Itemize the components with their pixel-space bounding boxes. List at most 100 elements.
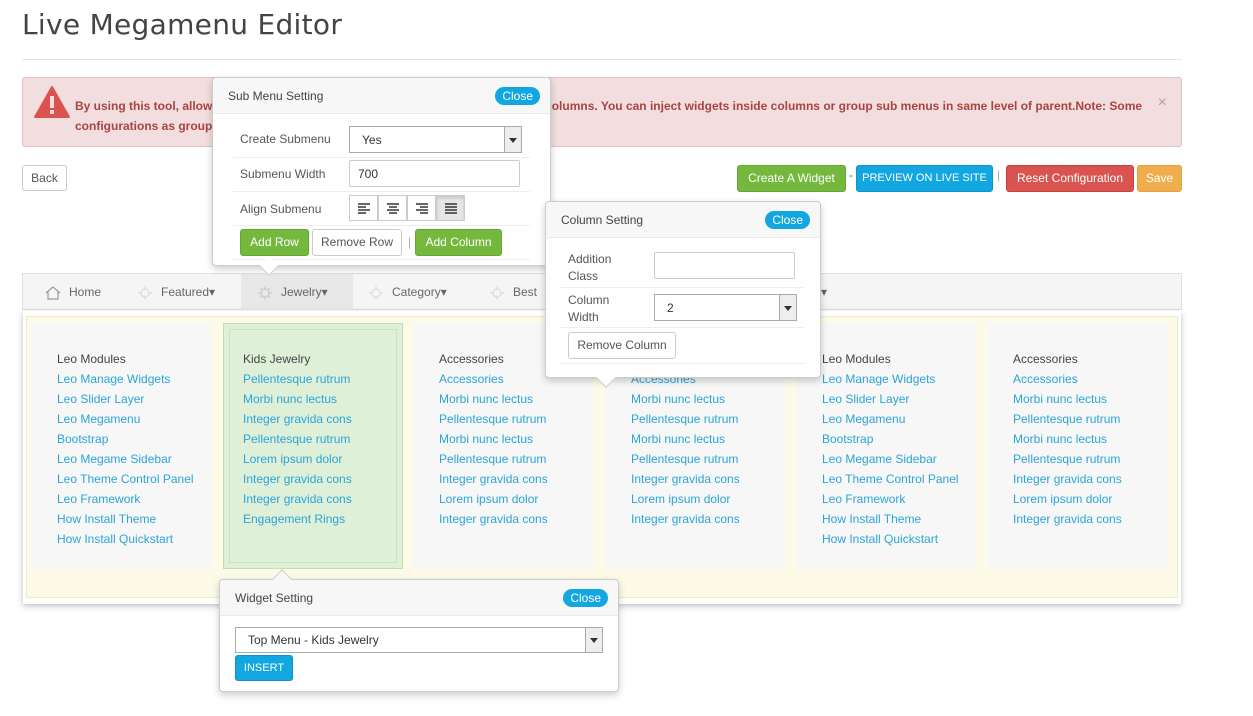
- remove-column-button[interactable]: Remove Column: [568, 332, 676, 359]
- column-link[interactable]: Morbi nunc lectus: [631, 429, 785, 449]
- column-link[interactable]: Leo Framework: [57, 489, 211, 509]
- column-link[interactable]: How Install Theme: [822, 509, 976, 529]
- align-center-icon: [387, 203, 399, 214]
- chevron-down-icon[interactable]: [504, 127, 521, 152]
- align-justify-button[interactable]: [436, 195, 465, 221]
- column-link[interactable]: Morbi nunc lectus: [1013, 389, 1167, 409]
- column-link[interactable]: Lorem ipsum dolor: [631, 489, 785, 509]
- column-link[interactable]: Leo Theme Control Panel: [57, 469, 211, 489]
- column-link[interactable]: Pellentesque rutrum: [1013, 409, 1167, 429]
- alert-close-button[interactable]: ×: [1158, 94, 1167, 112]
- column-link[interactable]: Pellentesque rutrum: [439, 409, 593, 429]
- submenu-column[interactable]: Leo Modules Leo Manage Widgets Leo Slider …: [31, 323, 211, 569]
- chevron-down-icon[interactable]: [585, 628, 602, 652]
- column-link[interactable]: Bootstrap: [822, 429, 976, 449]
- column-link[interactable]: Leo Megame Sidebar: [57, 449, 211, 469]
- widget-select[interactable]: Top Menu - Kids Jewelry: [235, 627, 603, 653]
- submenu-width-input[interactable]: [349, 160, 520, 187]
- column-link[interactable]: Morbi nunc lectus: [439, 389, 593, 409]
- reset-configuration-button[interactable]: Reset Configuration: [1006, 165, 1134, 192]
- column-link[interactable]: Leo Framework: [822, 489, 976, 509]
- chevron-down-icon[interactable]: [779, 295, 796, 320]
- page-title: Live Megamenu Editor: [22, 8, 343, 41]
- column-link[interactable]: Leo Slider Layer: [822, 389, 976, 409]
- column-link[interactable]: Engagement Rings: [243, 509, 402, 529]
- info-alert: By using this tool, allow to add new sub…: [22, 77, 1182, 147]
- column-link[interactable]: Integer gravida cons: [439, 469, 593, 489]
- column-link[interactable]: Bootstrap: [57, 429, 211, 449]
- align-submenu-label: Align Submenu: [240, 202, 322, 216]
- submenu-column[interactable]: Accessories Accessories Morbi nunc lectus P…: [987, 323, 1167, 569]
- column-link[interactable]: Lorem ipsum dolor: [243, 449, 402, 469]
- back-button[interactable]: Back: [22, 165, 67, 191]
- column-heading: Kids Jewelry: [243, 352, 311, 366]
- add-column-button[interactable]: Add Column: [415, 229, 502, 256]
- create-widget-button[interactable]: Create A Widget: [737, 165, 846, 192]
- column-link[interactable]: Morbi nunc lectus: [439, 429, 593, 449]
- column-link[interactable]: Accessories: [1013, 369, 1167, 389]
- column-link[interactable]: Morbi nunc lectus: [631, 389, 785, 409]
- align-justify-icon: [445, 203, 457, 214]
- widget-setting-popover: Widget Setting Close Top Menu - Kids Jew…: [219, 569, 619, 692]
- nav-item-jewelry[interactable]: Jewelry▾: [241, 274, 353, 310]
- column-link[interactable]: Pellentesque rutrum: [1013, 449, 1167, 469]
- column-link[interactable]: Leo Manage Widgets: [822, 369, 976, 389]
- column-link[interactable]: Integer gravida cons: [631, 469, 785, 489]
- column-width-label: Column Width: [568, 293, 610, 324]
- column-link[interactable]: Pellentesque rutrum: [243, 429, 402, 449]
- column-link[interactable]: Leo Megamenu: [57, 409, 211, 429]
- close-button[interactable]: Close: [765, 211, 810, 229]
- nav-item-more[interactable]: ▾: [821, 274, 835, 310]
- column-link[interactable]: Integer gravida cons: [1013, 509, 1167, 529]
- column-link[interactable]: Lorem ipsum dolor: [1013, 489, 1167, 509]
- column-link[interactable]: How Install Quickstart: [822, 529, 976, 549]
- nav-item-home[interactable]: Home: [45, 274, 140, 310]
- remove-row-button[interactable]: Remove Row: [312, 229, 402, 256]
- sparkle-icon: [369, 285, 383, 300]
- toolbar-separator: -: [849, 168, 853, 182]
- align-right-button[interactable]: [407, 195, 436, 221]
- addition-class-input[interactable]: [654, 252, 795, 279]
- align-center-button[interactable]: [378, 195, 407, 221]
- close-button[interactable]: Close: [495, 87, 540, 105]
- column-width-select[interactable]: 2: [654, 294, 797, 321]
- column-link[interactable]: Integer gravida cons: [243, 489, 402, 509]
- column-link[interactable]: Leo Slider Layer: [57, 389, 211, 409]
- column-link[interactable]: Morbi nunc lectus: [1013, 429, 1167, 449]
- nav-item-best[interactable]: Best: [489, 274, 549, 310]
- submenu-column-selected[interactable]: Kids Jewelry Pellentesque rutrum Morbi nun…: [223, 323, 403, 569]
- column-link[interactable]: Lorem ipsum dolor: [439, 489, 593, 509]
- add-row-button[interactable]: Add Row: [240, 229, 309, 256]
- save-button[interactable]: Save: [1137, 165, 1182, 192]
- column-link[interactable]: Leo Manage Widgets: [57, 369, 211, 389]
- column-link[interactable]: Leo Megame Sidebar: [822, 449, 976, 469]
- nav-item-category[interactable]: Category▾: [368, 274, 473, 310]
- popover-title: Sub Menu Setting: [228, 89, 324, 103]
- align-left-button[interactable]: [349, 195, 378, 221]
- column-link[interactable]: Pellentesque rutrum: [631, 449, 785, 469]
- column-link[interactable]: Morbi nunc lectus: [243, 389, 402, 409]
- preview-live-site-button[interactable]: PREVIEW ON LIVE SITE: [856, 165, 993, 192]
- column-link[interactable]: Integer gravida cons: [243, 469, 402, 489]
- column-link[interactable]: Pellentesque rutrum: [439, 449, 593, 469]
- column-link[interactable]: Integer gravida cons: [631, 509, 785, 529]
- column-link[interactable]: Pellentesque rutrum: [243, 369, 402, 389]
- nav-item-featured[interactable]: Featured▾: [137, 274, 247, 310]
- insert-button[interactable]: INSERT: [235, 655, 293, 681]
- column-link[interactable]: How Install Theme: [57, 509, 211, 529]
- column-link[interactable]: Integer gravida cons: [1013, 469, 1167, 489]
- column-link[interactable]: Integer gravida cons: [243, 409, 402, 429]
- warning-icon: [34, 86, 70, 118]
- column-link[interactable]: How Install Quickstart: [57, 529, 211, 549]
- close-button[interactable]: Close: [563, 589, 608, 607]
- column-link[interactable]: Leo Theme Control Panel: [822, 469, 976, 489]
- column-link[interactable]: Leo Megamenu: [822, 409, 976, 429]
- nav-label: Category▾: [392, 285, 447, 299]
- submenu-column[interactable]: Leo Modules Leo Manage Widgets Leo Slider …: [796, 323, 976, 569]
- column-link[interactable]: Pellentesque rutrum: [631, 409, 785, 429]
- nav-label: Featured▾: [161, 285, 216, 299]
- column-link[interactable]: Integer gravida cons: [439, 509, 593, 529]
- create-submenu-select[interactable]: Yes: [349, 126, 522, 153]
- popover-header: Sub Menu Setting Close: [213, 78, 550, 114]
- create-submenu-label: Create Submenu: [240, 132, 331, 146]
